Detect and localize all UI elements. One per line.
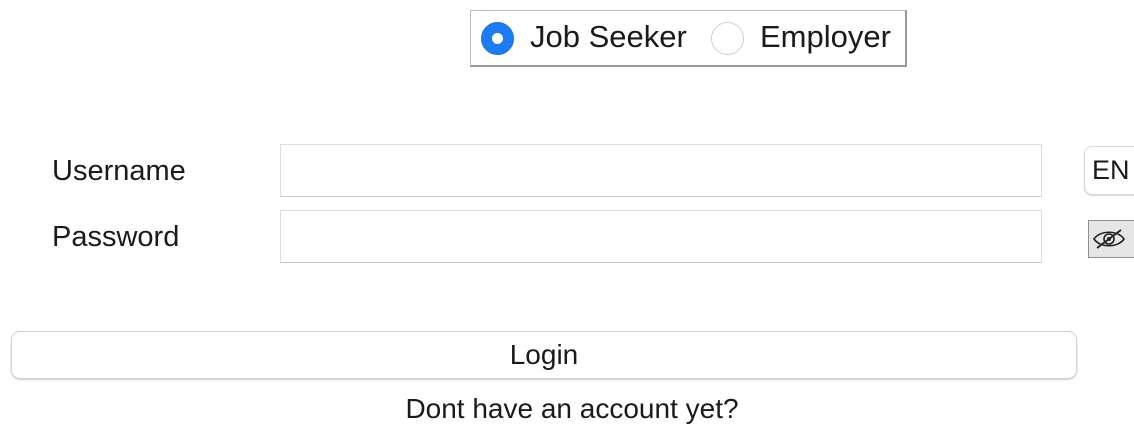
radio-unchecked-icon[interactable] xyxy=(711,22,744,55)
radio-checked-icon[interactable] xyxy=(481,22,514,55)
language-button[interactable]: EN xyxy=(1084,146,1134,195)
employer-radio[interactable]: Employer xyxy=(711,11,891,66)
role-selector: Job Seeker Employer xyxy=(470,10,907,67)
signup-prompt: Dont have an account yet? xyxy=(405,393,739,424)
toggle-password-visibility-button[interactable] xyxy=(1088,220,1134,258)
username-input[interactable] xyxy=(280,144,1042,197)
username-label: Username xyxy=(52,155,186,187)
login-window: Job Seeker Employer Username EN Password… xyxy=(0,0,1134,426)
job-seeker-radio[interactable]: Job Seeker xyxy=(481,11,687,66)
password-label: Password xyxy=(52,221,180,253)
password-input[interactable] xyxy=(280,210,1042,263)
eye-slash-icon xyxy=(1093,229,1125,249)
login-button[interactable]: Login xyxy=(11,331,1077,379)
employer-label[interactable]: Employer xyxy=(760,21,891,52)
job-seeker-label[interactable]: Job Seeker xyxy=(530,21,687,52)
